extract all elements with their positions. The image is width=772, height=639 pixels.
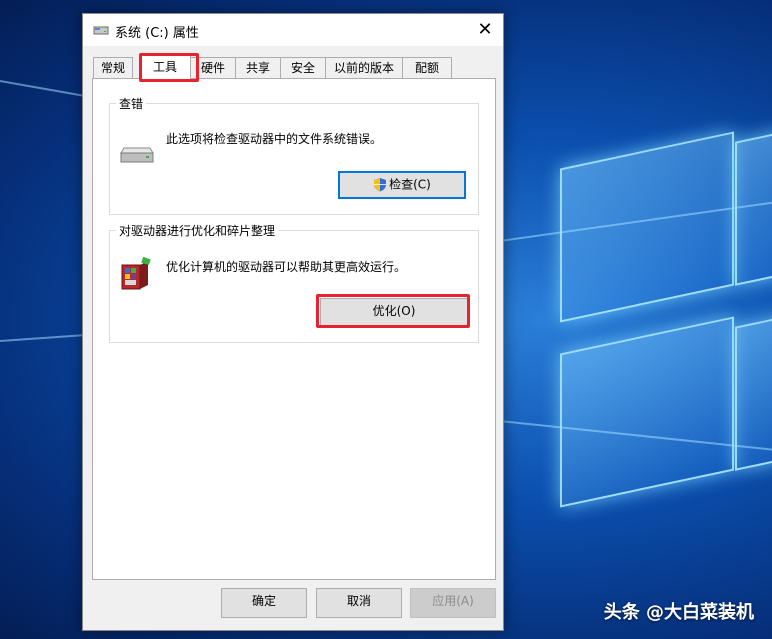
optimize-description: 优化计算机的驱动器可以帮助其更高效运行。 bbox=[166, 260, 407, 274]
ok-button[interactable]: 确定 bbox=[221, 588, 307, 618]
shield-icon bbox=[374, 178, 387, 192]
close-icon: ✕ bbox=[477, 19, 493, 40]
drive-properties-dialog: 系统 (C:) 属性 ✕ 常规 工具 硬件 共享 安全 以前的版本 配额 查错 … bbox=[82, 13, 504, 631]
title-bar[interactable]: 系统 (C:) 属性 ✕ bbox=[83, 14, 503, 46]
tab-security[interactable]: 安全 bbox=[280, 57, 326, 79]
tab-general[interactable]: 常规 bbox=[93, 57, 133, 79]
tab-sharing[interactable]: 共享 bbox=[235, 57, 281, 79]
apply-button[interactable]: 应用(A) bbox=[410, 588, 496, 618]
drive-icon bbox=[93, 26, 109, 35]
tab-quota[interactable]: 配额 bbox=[402, 57, 452, 79]
logo-pane-bottom-left bbox=[560, 316, 734, 508]
error-checking-description: 此选项将检查驱动器中的文件系统错误。 bbox=[166, 132, 383, 146]
error-checking-title: 查错 bbox=[116, 95, 147, 112]
check-button[interactable]: 检查(C) bbox=[338, 171, 466, 199]
windows-logo-light bbox=[480, 90, 772, 610]
defrag-icon bbox=[121, 257, 151, 290]
optimize-highlight-annotation bbox=[316, 294, 470, 328]
window-title: 系统 (C:) 属性 bbox=[115, 26, 199, 41]
drive-icon bbox=[120, 147, 154, 163]
error-checking-group: 查错 此选项将检查驱动器中的文件系统错误。 检查(C) bbox=[109, 95, 479, 215]
cancel-button[interactable]: 取消 bbox=[316, 588, 402, 618]
tools-tab-panel: 查错 此选项将检查驱动器中的文件系统错误。 检查(C) 对驱动器进行优化和碎片整… bbox=[92, 78, 496, 580]
optimize-title: 对驱动器进行优化和碎片整理 bbox=[116, 222, 279, 239]
close-button[interactable]: ✕ bbox=[467, 14, 503, 46]
watermark: 头条 @大白菜装机 bbox=[603, 602, 754, 623]
optimize-group: 对驱动器进行优化和碎片整理 优化计算机的驱动器可以帮助其更高效运行。 优化(O) bbox=[109, 222, 479, 343]
tab-previous-versions[interactable]: 以前的版本 bbox=[325, 57, 403, 79]
tab-highlight-annotation bbox=[139, 53, 199, 82]
light-beam bbox=[0, 80, 89, 98]
light-beam bbox=[0, 333, 90, 342]
